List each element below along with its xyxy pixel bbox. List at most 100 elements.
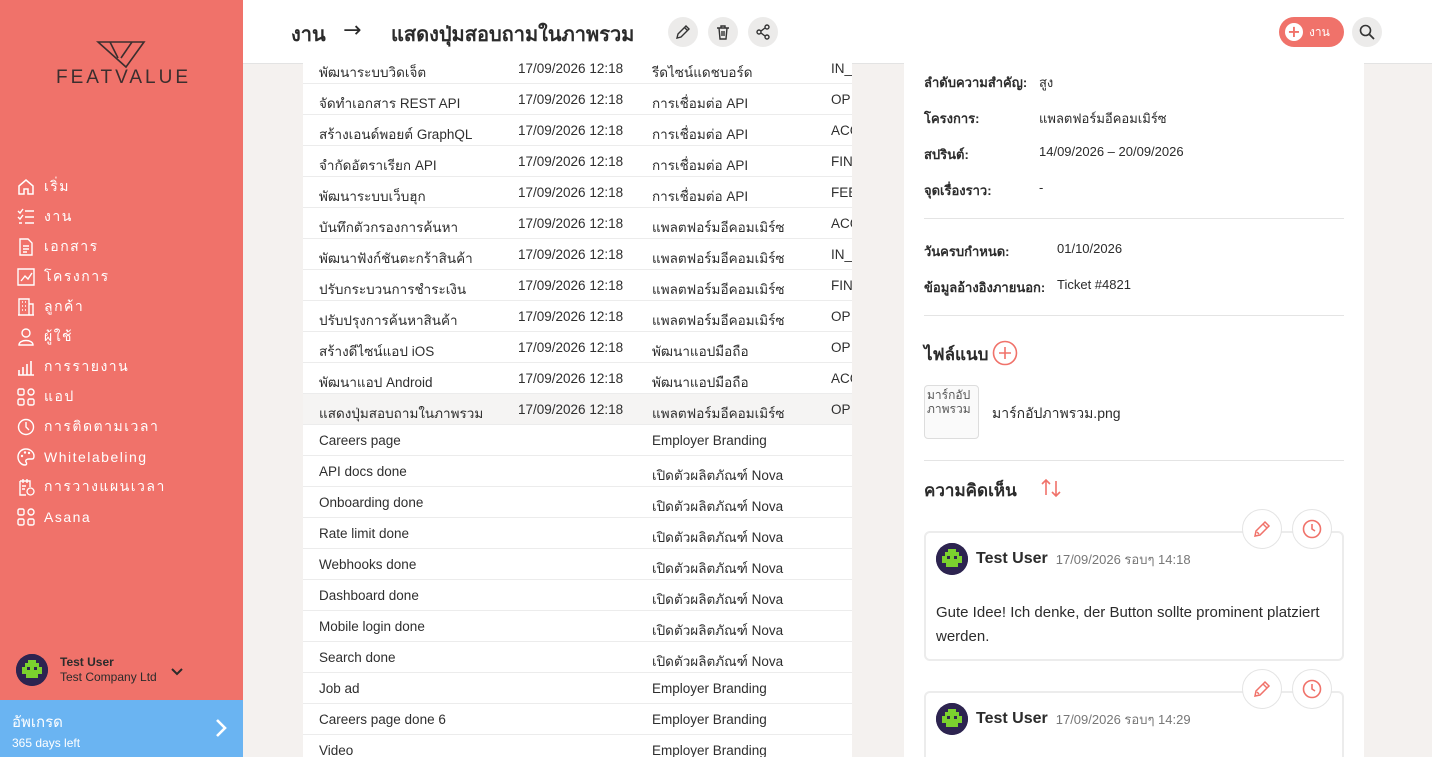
add-attachment-button[interactable]: [992, 340, 1018, 370]
sidebar-item-label: การรายงาน: [44, 358, 130, 374]
due-date-label: วันครบกำหนด:: [924, 244, 1010, 259]
user-icon: [16, 327, 36, 347]
avatar: [936, 543, 968, 575]
sidebar-item-home[interactable]: เริ่ม: [16, 172, 236, 202]
task-status-cell: ACC: [831, 371, 852, 386]
sidebar-item-asana[interactable]: Asana: [16, 502, 236, 532]
table-row[interactable]: Careers page done 6 Employer Branding: [303, 704, 852, 735]
divider: [924, 315, 1344, 316]
task-project-cell: การเชื่อมต่อ API: [652, 96, 749, 111]
table-row[interactable]: สร้างเอนด์พอยต์ GraphQL 17/09/2026 12:18 ก…: [303, 115, 852, 146]
table-row[interactable]: Dashboard done เปิดตัวผลิตภัณฑ์ Nova: [303, 580, 852, 611]
table-row[interactable]: Rate limit done เปิดตัวผลิตภัณฑ์ Nova: [303, 518, 852, 549]
table-row[interactable]: Job ad Employer Branding: [303, 673, 852, 704]
comments-title: ความคิดเห็น: [924, 481, 1017, 500]
calendar-icon: [16, 477, 36, 497]
priority-value: สูง: [1039, 75, 1054, 90]
task-title-cell: Mobile login done: [319, 619, 425, 634]
task-status-cell: OP: [831, 340, 851, 355]
clock-icon: [1302, 519, 1322, 539]
pencil-icon: [1254, 520, 1271, 537]
sidebar-nav: เริ่ม งาน เอกสาร โครงการ ลูกค้า ผู้ใช้ ก…: [16, 172, 236, 532]
sidebar-item-apps[interactable]: แอป: [16, 382, 236, 412]
task-title-cell: Search done: [319, 650, 396, 665]
priority-label: ลำดับความสำคัญ:: [924, 75, 1028, 90]
sidebar-item-projects[interactable]: โครงการ: [16, 262, 236, 292]
divider: [924, 460, 1344, 461]
task-status-cell: ACC: [831, 216, 852, 231]
comment-card: Test User 17/09/2026 รอบๆ 14:29: [924, 691, 1344, 757]
sort-button[interactable]: [1040, 477, 1062, 503]
sidebar-item-documents[interactable]: เอกสาร: [16, 232, 236, 262]
plus-icon: +: [1285, 23, 1303, 41]
table-row[interactable]: พัฒนาระบบเว็บฮุก 17/09/2026 12:18 การเชื่อ…: [303, 177, 852, 208]
table-row[interactable]: ปรับปรุงการค้นหาสินค้า 17/09/2026 12:18 แพ…: [303, 301, 852, 332]
table-row[interactable]: Webhooks done เปิดตัวผลิตภัณฑ์ Nova: [303, 549, 852, 580]
comment-history-button[interactable]: [1292, 509, 1332, 549]
table-row[interactable]: ปรับกระบวนการชำระเงิน 17/09/2026 12:18 แพล…: [303, 270, 852, 301]
sidebar-item-reporting[interactable]: การรายงาน: [16, 352, 236, 382]
sort-arrows-icon: [1041, 478, 1061, 498]
palette-icon: [16, 447, 36, 467]
table-row-selected[interactable]: แสดงปุ่มสอบถามในภาพรวม 17/09/2026 12:18 แพ…: [303, 394, 852, 425]
pencil-icon: [676, 25, 690, 39]
task-status-cell: OP: [831, 309, 851, 324]
logo[interactable]: FEATVALUE: [36, 40, 211, 90]
edit-button[interactable]: [668, 17, 698, 47]
chevron-down-icon[interactable]: [171, 661, 183, 680]
task-project-cell: เปิดตัวผลิตภัณฑ์ Nova: [652, 592, 784, 607]
story-points-value: -: [1039, 180, 1044, 195]
attachment-thumbnail[interactable]: มาร์กอัปภาพรวม: [924, 385, 979, 439]
search-icon: [1359, 24, 1375, 40]
apps-icon: [16, 507, 36, 527]
share-button[interactable]: [748, 17, 778, 47]
user-menu[interactable]: Test User Test Company Ltd: [16, 650, 226, 690]
table-row[interactable]: พัฒนาระบบวิดเจ็ต 17/09/2026 12:18 รีดไซน์แ…: [303, 54, 852, 84]
table-row[interactable]: Mobile login done เปิดตัวผลิตภัณฑ์ Nova: [303, 611, 852, 642]
edit-comment-button[interactable]: [1242, 509, 1282, 549]
home-icon: [16, 177, 36, 197]
task-project-cell: เปิดตัวผลิตภัณฑ์ Nova: [652, 468, 784, 483]
task-title-cell: แสดงปุ่มสอบถามในภาพรวม: [319, 406, 484, 421]
table-row[interactable]: พัฒนาฟังก์ชันตะกร้าสินค้า 17/09/2026 12:1…: [303, 239, 852, 270]
task-date-cell: 17/09/2026 12:18: [518, 61, 624, 76]
sidebar-item-users[interactable]: ผู้ใช้: [16, 322, 236, 352]
table-row[interactable]: บันทึกตัวกรองการค้นหา 17/09/2026 12:18 แพล…: [303, 208, 852, 239]
table-row[interactable]: Search done เปิดตัวผลิตภัณฑ์ Nova: [303, 642, 852, 673]
sidebar-item-time-planning[interactable]: การวางแผนเวลา: [16, 472, 236, 502]
add-task-button[interactable]: + งาน: [1279, 17, 1344, 47]
breadcrumb-root[interactable]: งาน: [291, 18, 326, 50]
logo-mark-icon: [96, 41, 146, 69]
comment-user-name: Test User: [976, 710, 1048, 727]
comment-card: Test User 17/09/2026 รอบๆ 14:18 Gute Ide…: [924, 531, 1344, 661]
table-row[interactable]: Onboarding done เปิดตัวผลิตภัณฑ์ Nova: [303, 487, 852, 518]
table-row[interactable]: API docs done เปิดตัวผลิตภัณฑ์ Nova: [303, 456, 852, 487]
table-row[interactable]: Video Employer Branding: [303, 735, 852, 757]
task-project-cell: พัฒนาแอปมือถือ: [652, 344, 749, 359]
table-row[interactable]: พัฒนาแอป Android 17/09/2026 12:18 พัฒนาแอป…: [303, 363, 852, 394]
task-project-cell: เปิดตัวผลิตภัณฑ์ Nova: [652, 623, 784, 638]
task-project-cell: Employer Branding: [652, 681, 767, 696]
task-title-cell: API docs done: [319, 464, 407, 479]
task-date-cell: 17/09/2026 12:18: [518, 278, 624, 293]
table-row[interactable]: สร้างดีไซน์แอป iOS 17/09/2026 12:18 พัฒนาแ…: [303, 332, 852, 363]
edit-comment-button[interactable]: [1242, 669, 1282, 709]
comment-history-button[interactable]: [1292, 669, 1332, 709]
table-row[interactable]: Careers page Employer Branding: [303, 425, 852, 456]
delete-button[interactable]: [708, 17, 738, 47]
search-button[interactable]: [1352, 17, 1382, 47]
upgrade-button[interactable]: อัพเกรด 365 days left: [0, 700, 243, 757]
table-row[interactable]: จัดทำเอกสาร REST API 17/09/2026 12:18 การเ…: [303, 84, 852, 115]
table-row[interactable]: จำกัดอัตราเรียก API 17/09/2026 12:18 การเช…: [303, 146, 852, 177]
comment-author: Test User 17/09/2026 รอบๆ 14:29: [936, 703, 1191, 735]
sidebar-item-whitelabeling[interactable]: Whitelabeling: [16, 442, 236, 472]
sidebar-item-customers[interactable]: ลูกค้า: [16, 292, 236, 322]
attachment-filename[interactable]: มาร์กอัปภาพรวม.png: [992, 403, 1121, 425]
task-title-cell: Rate limit done: [319, 526, 410, 541]
sidebar-item-label: Asana: [44, 509, 92, 525]
sprint-label: สปรินต์:: [924, 147, 969, 162]
task-date-cell: 17/09/2026 12:18: [518, 247, 624, 262]
sidebar-item-tasks[interactable]: งาน: [16, 202, 236, 232]
sidebar-item-time-tracking[interactable]: การติดตามเวลา: [16, 412, 236, 442]
project-value[interactable]: แพลตฟอร์มอีคอมเมิร์ซ: [1039, 108, 1167, 129]
